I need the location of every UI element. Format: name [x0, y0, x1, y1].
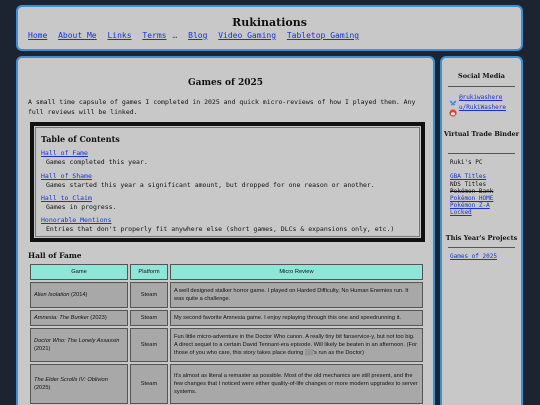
site-header: Rukinations Home About Me Links Terms … B…	[16, 5, 523, 51]
binder-link-locked[interactable]: Locked	[450, 209, 472, 216]
review-cell: A well designed stalker horror game. I p…	[170, 282, 423, 308]
platform-cell: Steam	[130, 364, 168, 404]
table-row: Doctor Who: The Lonely Assassin (2021) S…	[30, 328, 423, 362]
hall-of-fame-heading: Hall of Fame	[28, 251, 82, 260]
project-link-games-of-2025[interactable]: Games of 2025	[450, 253, 497, 260]
nav-blog[interactable]: Blog	[188, 31, 207, 40]
game-cell: Amnesia: The Bunker (2023)	[30, 310, 128, 326]
divider	[448, 247, 515, 248]
toc-link-hall-to-claim[interactable]: Hall to Claim	[41, 194, 92, 202]
column-header-micro-review: Micro Review	[170, 264, 423, 280]
toc-desc: Entries that don't properly fit anywhere…	[46, 225, 395, 233]
binder-link-pokemon-home[interactable]: Pokémon HOME	[450, 195, 493, 202]
nav-links[interactable]: Links	[107, 31, 131, 40]
review-cell: My second favorite Amnesia game. I enjoy…	[170, 310, 423, 326]
table-row: The Elder Scrolls IV: Oblivion (2025) St…	[30, 364, 423, 404]
game-title: Amnesia: The Bunker	[34, 315, 89, 321]
table-of-contents: Table of Contents Hall of Fame Games com…	[30, 122, 425, 242]
game-year: (2014)	[71, 292, 88, 298]
nav-video-gaming[interactable]: Video Gaming	[218, 31, 276, 40]
binder-link-pokemon-za[interactable]: Pokémon Z-A	[450, 202, 490, 209]
game-year: (2023)	[90, 315, 107, 321]
toc-desc: Games in progress.	[46, 203, 117, 211]
sidebar: Social Media @rukiwashere u/RukiWashere …	[440, 56, 523, 405]
main-nav: Home About Me Links Terms … Blog Video Ga…	[28, 31, 365, 40]
game-title: The Elder Scrolls IV: Oblivion	[34, 377, 108, 383]
platform-cell: Steam	[130, 310, 168, 326]
table-header-row: Game Platform Micro Review	[30, 264, 423, 280]
binder-owner: Ruki's PC	[450, 159, 483, 166]
table-row: Amnesia: The Bunker (2023) Steam My seco…	[30, 310, 423, 326]
nav-about-me[interactable]: About Me	[58, 31, 97, 40]
bluesky-butterfly-icon	[449, 92, 457, 106]
game-year: (2025)	[34, 385, 51, 391]
platform-cell: Steam	[130, 328, 168, 362]
nav-home[interactable]: Home	[28, 31, 47, 40]
projects-heading: This Year's Projects	[445, 234, 518, 242]
nav-terms[interactable]: Terms	[142, 31, 166, 40]
site-title: Rukinations	[232, 16, 307, 29]
social-link-bluesky[interactable]: @rukiwashere	[459, 94, 502, 101]
game-cell: Doctor Who: The Lonely Assassin (2021)	[30, 328, 128, 362]
binder-item-pokemon-bank: Pokémon Bank	[450, 188, 494, 195]
intro-text: A small time capsule of games I complete…	[28, 98, 416, 116]
toc-link-honorable-mentions[interactable]: Honorable Mentions	[41, 216, 111, 224]
review-cell: It's almost as literal a remaster as pos…	[170, 364, 423, 404]
divider	[448, 153, 515, 154]
table-row: Alien Isolation (2014) Steam A well desi…	[30, 282, 423, 308]
toc-desc: Games completed this year.	[46, 158, 148, 166]
game-year: (2021)	[34, 346, 51, 352]
divider	[448, 86, 515, 87]
social-link-reddit[interactable]: u/RukiWashere	[459, 104, 506, 111]
game-cell: Alien Isolation (2014)	[30, 282, 128, 308]
nav-tabletop-gaming[interactable]: Tabletop Gaming	[287, 31, 359, 40]
column-header-platform: Platform	[130, 264, 168, 280]
column-header-game: Game	[30, 264, 128, 280]
game-cell: The Elder Scrolls IV: Oblivion (2025)	[30, 364, 128, 404]
page-title: Games of 2025	[187, 78, 264, 88]
main-content[interactable]: Games of 2025 A small time capsule of ga…	[16, 56, 435, 405]
review-cell: Fun little micro-adventure in the Doctor…	[170, 328, 423, 362]
toc-desc: Games started this year a significant am…	[46, 181, 375, 189]
toc-link-hall-of-fame[interactable]: Hall of Fame	[41, 149, 88, 157]
binder-link-gba-titles[interactable]: GBA Titles	[450, 173, 486, 180]
toc-inner-border: Table of Contents Hall of Fame Games com…	[35, 127, 420, 237]
hall-of-fame-table: Game Platform Micro Review Alien Isolati…	[28, 262, 425, 405]
toc-heading: Table of Contents	[41, 134, 120, 144]
binder-item-nds-titles: NDS Titles	[450, 181, 487, 188]
reddit-icon	[449, 102, 457, 117]
social-media-heading: Social Media	[458, 72, 505, 80]
trade-binder-heading: Virtual Trade Binder	[443, 130, 520, 138]
game-title: Alien Isolation	[34, 292, 70, 298]
platform-cell: Steam	[130, 282, 168, 308]
toc-link-hall-of-shame[interactable]: Hall of Shame	[41, 172, 92, 180]
game-title: Doctor Who: The Lonely Assassin	[34, 338, 120, 344]
nav-separator: …	[172, 31, 178, 40]
